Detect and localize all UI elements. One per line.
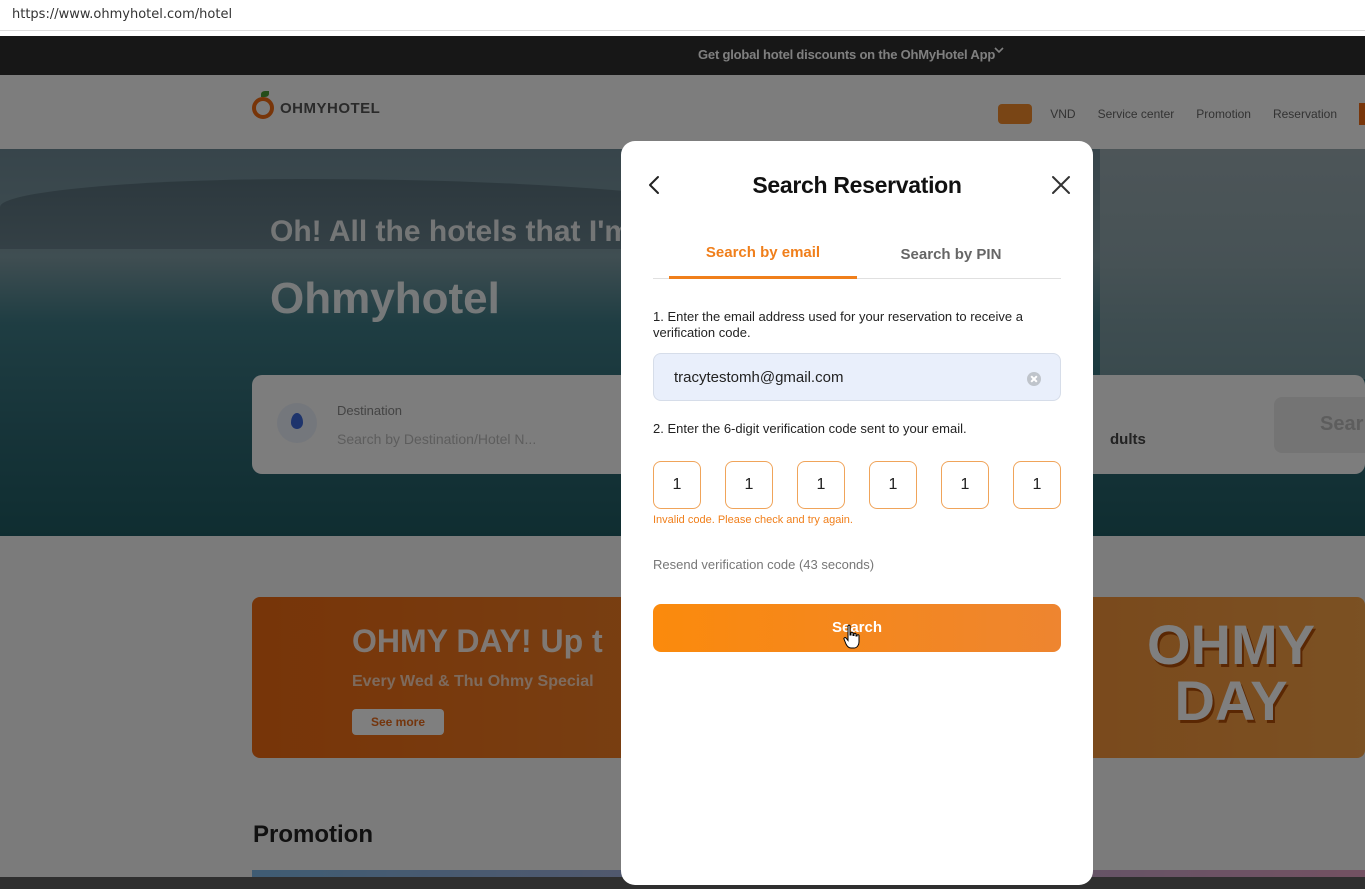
code-digit-1[interactable]: 1 (653, 461, 701, 509)
code-digit-5[interactable]: 1 (941, 461, 989, 509)
email-field[interactable]: tracytestomh@gmail.com (653, 353, 1061, 401)
email-value: tracytestomh@gmail.com (674, 369, 844, 386)
tab-search-by-pin[interactable]: Search by PIN (857, 231, 1045, 279)
code-digit-6[interactable]: 1 (1013, 461, 1061, 509)
step2-instruction: 2. Enter the 6-digit verification code s… (653, 421, 967, 436)
code-digit-3[interactable]: 1 (797, 461, 845, 509)
tab-search-by-email[interactable]: Search by email (669, 231, 857, 279)
search-reservation-modal: Search Reservation Search by email Searc… (621, 141, 1093, 885)
clear-input-icon[interactable] (1027, 372, 1041, 386)
verification-code-inputs: 1 1 1 1 1 1 (653, 461, 1061, 509)
search-method-tabs: Search by email Search by PIN (653, 231, 1061, 279)
url-text: https://www.ohmyhotel.com/hotel (12, 7, 233, 22)
modal-title: Search Reservation (752, 172, 962, 198)
close-icon[interactable] (1049, 173, 1073, 197)
invalid-code-error: Invalid code. Please check and try again… (653, 514, 853, 526)
hand-cursor-icon (843, 624, 861, 650)
resend-code-link[interactable]: Resend verification code (43 seconds) (653, 557, 874, 572)
code-digit-4[interactable]: 1 (869, 461, 917, 509)
browser-address-bar[interactable]: https://www.ohmyhotel.com/hotel (0, 0, 1365, 31)
step1-instruction: 1. Enter the email address used for your… (653, 309, 1023, 340)
code-digit-2[interactable]: 1 (725, 461, 773, 509)
